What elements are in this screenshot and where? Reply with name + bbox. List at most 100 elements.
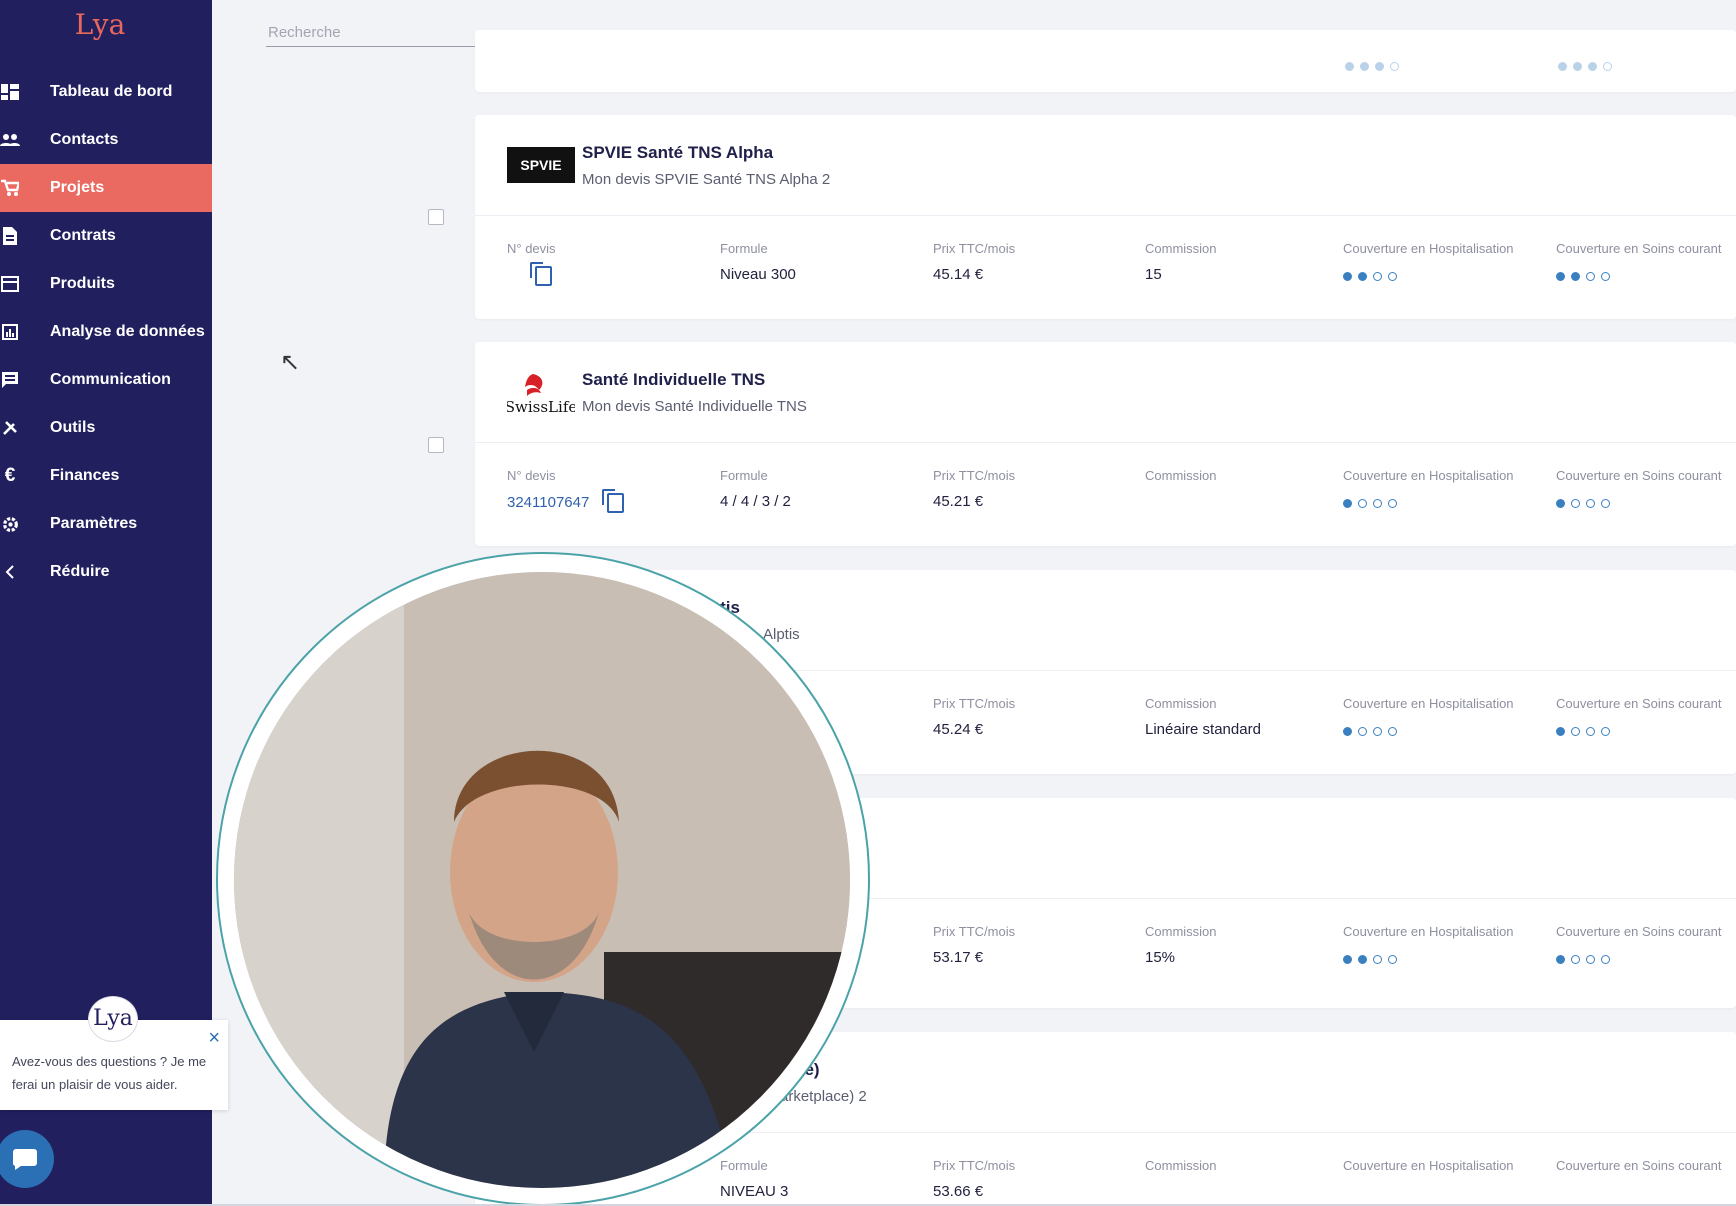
sidebar-item-label: Contacts — [50, 131, 119, 148]
field-label: Prix TTC/mois — [933, 1158, 1016, 1173]
quote-number-link[interactable]: 3241107647 — [507, 494, 589, 511]
coverage-dots — [1556, 727, 1721, 736]
hospitalisation-coverage: Couverture en Hospitalisation — [1343, 468, 1514, 508]
hospitalisation-coverage: Couverture en Hospitalisation — [1343, 241, 1514, 281]
field-label: Couverture en Hospitalisation — [1343, 468, 1514, 483]
copy-icon[interactable] — [602, 489, 625, 513]
quote-number-field: N° devis — [507, 241, 556, 286]
sidebar-item-reduire[interactable]: Réduire — [0, 548, 212, 596]
price-field: Prix TTC/mois 45.24 € — [933, 696, 1015, 738]
chat-message: Avez-vous des questions ? Je me ferai un… — [12, 1054, 207, 1092]
sidebar-item-label: Contrats — [50, 227, 116, 244]
sidebar-item-produits[interactable]: Produits — [0, 260, 212, 308]
sidebar-item-projets[interactable]: Projets — [0, 164, 212, 212]
sidebar-item-parametres[interactable]: Paramètres — [0, 500, 212, 548]
products-icon — [0, 274, 20, 294]
field-label: Commission — [1145, 468, 1217, 483]
sidebar-item-label: Tableau de bord — [50, 83, 173, 100]
sidebar-item-label: Projets — [50, 179, 105, 196]
sidebar-item-label: Analyse de données — [50, 323, 205, 340]
logo-wordmark: SwissLife — [507, 398, 575, 414]
product-subtitle: Alptis — [763, 626, 800, 643]
coverage-dot — [1388, 499, 1397, 508]
field-label: Formule — [720, 241, 768, 256]
price-field: Prix TTC/mois 53.17 € — [933, 924, 1015, 966]
coverage-dot — [1358, 727, 1367, 736]
coverage-dots — [1343, 955, 1514, 964]
sidebar-item-analyse[interactable]: Analyse de données — [0, 308, 212, 356]
cart-icon — [0, 178, 20, 198]
sidebar-nav: Tableau de bord Contacts Projets Contrat… — [0, 68, 212, 596]
quote-number-field: N° devis 3241107647 — [507, 468, 625, 513]
coverage-dot — [1373, 272, 1382, 281]
coverage-dot — [1571, 955, 1580, 964]
coverage-dot — [1373, 499, 1382, 508]
quote-number: 3241107647 — [507, 489, 625, 513]
commission-value: Linéaire standard — [1145, 721, 1261, 738]
sidebar-item-tableau-de-bord[interactable]: Tableau de bord — [0, 68, 212, 116]
coverage-dot — [1601, 499, 1610, 508]
sidebar-item-label: Paramètres — [50, 515, 138, 532]
coverage-dot — [1556, 499, 1565, 508]
tools-icon — [0, 418, 20, 438]
field-label: Couverture en Hospitalisation — [1343, 1158, 1514, 1173]
sidebar-item-outils[interactable]: Outils — [0, 404, 212, 452]
select-checkbox[interactable] — [428, 437, 444, 453]
coverage-dot — [1601, 955, 1610, 964]
price-field: Prix TTC/mois 45.14 € — [933, 241, 1015, 283]
coverage-dot — [1556, 727, 1565, 736]
select-checkbox[interactable] — [428, 209, 444, 225]
quote-number — [507, 262, 556, 286]
field-label: Couverture en Soins courant — [1556, 468, 1722, 483]
chevron-left-icon — [0, 562, 20, 582]
price-value: 45.24 € — [933, 721, 984, 738]
quote-card[interactable]: SPVIE SPVIE Santé TNS Alpha Mon devis SP… — [475, 115, 1736, 319]
coverage-dot — [1343, 727, 1352, 736]
coverage-dot — [1358, 272, 1367, 281]
care-coverage: Couverture en Soins courant — [1556, 468, 1721, 508]
sidebar-item-label: Communication — [50, 371, 171, 388]
coverage-dot — [1586, 955, 1595, 964]
sidebar-item-communication[interactable]: Communication — [0, 356, 212, 404]
sidebar-item-finances[interactable]: € Finances — [0, 452, 212, 500]
coverage-dot — [1343, 499, 1352, 508]
coverage-dots — [1558, 62, 1612, 71]
hospitalisation-coverage: Couverture en Hospitalisation — [1343, 924, 1514, 964]
close-icon[interactable]: × — [208, 1028, 220, 1048]
swisslife-logo: SwissLife — [505, 370, 577, 416]
coverage-dot — [1586, 499, 1595, 508]
coverage-dots — [1343, 272, 1514, 281]
sidebar-item-contacts[interactable]: Contacts — [0, 116, 212, 164]
coverage-dot — [1601, 272, 1610, 281]
field-label: Couverture en Soins courant — [1556, 924, 1722, 939]
sidebar-item-contrats[interactable]: Contrats — [0, 212, 212, 260]
coverage-dots — [1343, 727, 1514, 736]
field-label: Formule — [720, 468, 768, 483]
quote-card[interactable]: SwissLife Santé Individuelle TNS Mon dev… — [475, 342, 1736, 546]
coverage-dot — [1586, 727, 1595, 736]
formula-field: Formule NIVEAU 3 — [720, 1158, 788, 1200]
app-logo[interactable]: Lya — [72, 8, 128, 48]
coverage-dots — [1345, 62, 1399, 71]
quote-card — [475, 30, 1736, 92]
field-label: Prix TTC/mois — [933, 241, 1016, 256]
field-label: Commission — [1145, 696, 1217, 711]
dashboard-icon — [0, 82, 20, 102]
coverage-dot — [1571, 499, 1580, 508]
hospitalisation-coverage: Couverture en Hospitalisation — [1343, 1158, 1514, 1173]
care-coverage: Couverture en Soins courant — [1556, 1158, 1721, 1173]
field-label: Couverture en Soins courant — [1556, 696, 1722, 711]
message-icon — [0, 370, 20, 390]
price-field: Prix TTC/mois 45.21 € — [933, 468, 1015, 510]
commission-field: Commission — [1145, 1158, 1217, 1173]
coverage-dot — [1373, 727, 1382, 736]
field-label: Prix TTC/mois — [933, 924, 1016, 939]
field-label: Commission — [1145, 1158, 1217, 1173]
presenter-portrait — [234, 572, 850, 1188]
coverage-dot — [1571, 272, 1580, 281]
field-label: Commission — [1145, 924, 1217, 939]
sidebar-item-label: Produits — [50, 275, 115, 292]
formula-value: 4 / 4 / 3 / 2 — [720, 493, 791, 510]
copy-icon[interactable] — [530, 262, 552, 286]
euro-icon: € — [4, 465, 16, 486]
